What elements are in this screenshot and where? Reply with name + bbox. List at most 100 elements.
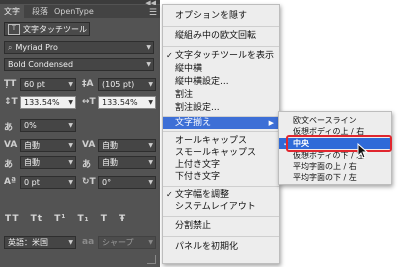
menu-item-small-caps[interactable]: スモールキャップス <box>163 147 279 159</box>
font-size-value: 60 pt <box>24 80 45 89</box>
baseline-shift-icon: Aª <box>4 177 17 187</box>
horizontal-scale-value: 133.54% <box>102 98 138 107</box>
submenu-item-icf-bottom-left[interactable]: 平均字面の下 / 左 <box>279 172 391 183</box>
touch-type-tool-button[interactable]: T 文字タッチツール <box>4 22 90 36</box>
underline-button[interactable]: T <box>101 214 108 224</box>
tsume-input[interactable]: 0% ▼ <box>20 119 76 132</box>
menu-item-warichu-settings[interactable]: 割注設定... <box>163 102 279 114</box>
menu-item-all-caps[interactable]: オールキャップス <box>163 135 279 147</box>
submenu-item-label: 欧文ベースライン <box>293 116 357 125</box>
menu-item-label: 縦中横 <box>175 64 203 74</box>
language-select[interactable]: 英語：米国 ▼ <box>4 236 76 249</box>
menu-item-character-alignment[interactable]: 文字揃え ▶ <box>163 117 279 129</box>
leading-input[interactable]: (105 pt) ▼ <box>98 78 156 91</box>
font-family-value: Myriad Pro <box>15 43 58 52</box>
panel-menu-icon[interactable]: ☰ <box>149 9 157 18</box>
menu-item-tate-chu-yoko-settings[interactable]: 縦中横設定... <box>163 76 279 88</box>
horizontal-scale-input[interactable]: 133.54% ▼ <box>98 96 156 109</box>
menu-item-superscript[interactable]: 上付き文字 <box>163 159 279 171</box>
chevron-down-icon: ▼ <box>148 99 153 106</box>
small-caps-button[interactable]: Tt <box>31 214 43 224</box>
strikethrough-button[interactable]: Ŧ <box>119 214 126 224</box>
menu-item-label: 割注設定... <box>175 103 220 113</box>
menu-item-label: 縦組み中の欧文回転 <box>175 31 257 41</box>
menu-item-label: オプションを隠す <box>175 11 248 21</box>
tab-opentype[interactable]: OpenType <box>50 5 98 18</box>
tracking-select[interactable]: 自動 ▼ <box>98 139 156 152</box>
menu-item-warichu[interactable]: 割注 <box>163 89 279 101</box>
menu-separator <box>163 46 279 47</box>
font-size-icon: ȚT <box>4 79 17 89</box>
baseline-shift-input[interactable]: 0 pt ▼ <box>20 176 76 189</box>
tracking-value: 自動 <box>102 141 118 150</box>
panel-flyout-menu: オプションを隠す 縦組み中の欧文回転 ✓ 文字タッチツールを表示 縦中横 縦中横設… <box>162 4 280 264</box>
submenu-item-label: 平均字面の上 / 右 <box>293 162 357 171</box>
menu-separator <box>163 216 279 217</box>
chevron-down-icon: ▼ <box>68 179 73 186</box>
antialias-value: シャープ <box>102 238 134 247</box>
submenu-item-roman-baseline[interactable]: 欧文ベースライン <box>279 115 391 126</box>
checkmark-icon: ✓ <box>166 51 173 60</box>
menu-item-label: 上付き文字 <box>175 160 221 170</box>
kerning-select[interactable]: 自動 ▼ <box>20 139 76 152</box>
aki-left-icon: あ <box>4 160 14 170</box>
resize-grip[interactable] <box>147 255 156 264</box>
menu-separator <box>163 131 279 132</box>
type-style-buttons: TT Tt T¹ T₁ T Ŧ <box>5 214 133 224</box>
menu-item-no-break[interactable]: 分割禁止 <box>163 220 279 232</box>
menu-item-subscript[interactable]: 下付き文字 <box>163 171 279 183</box>
menu-item-label: パネルを初期化 <box>175 242 239 252</box>
kerning-value: 自動 <box>24 141 40 150</box>
font-size-input[interactable]: 60 pt ▼ <box>20 78 76 91</box>
touch-type-tool-label: 文字タッチツール <box>23 25 87 34</box>
chevron-down-icon: ▼ <box>148 179 153 186</box>
leading-value: (105 pt) <box>102 80 135 89</box>
font-family-select[interactable]: ⌕ Myriad Pro ▼ <box>4 41 154 54</box>
antialias-icon: aa <box>82 237 95 247</box>
menu-item-rotate-roman[interactable]: 縦組み中の欧文回転 <box>163 30 279 42</box>
submenu-item-icf-top-right[interactable]: 平均字面の上 / 右 <box>279 161 391 172</box>
tab-paragraph[interactable]: 段落 <box>28 5 52 18</box>
vertical-scale-input[interactable]: 133.54% ▼ <box>20 96 76 109</box>
search-icon: ⌕ <box>8 43 13 52</box>
font-style-select[interactable]: Bold Condensed ▼ <box>4 58 154 71</box>
chevron-down-icon: ▼ <box>148 81 153 88</box>
menu-item-system-layout[interactable]: システムレイアウト <box>163 201 279 213</box>
menu-item-tate-chu-yoko[interactable]: 縦中横 <box>163 63 279 75</box>
menu-item-label: オールキャップス <box>175 136 248 146</box>
leading-icon: ‡A <box>82 79 94 89</box>
menu-item-reset-panel[interactable]: パネルを初期化 <box>163 241 279 253</box>
rotation-input[interactable]: 0° ▼ <box>98 176 156 189</box>
chevron-down-icon: ▼ <box>146 61 151 68</box>
font-style-value: Bold Condensed <box>8 60 74 69</box>
chevron-down-icon: ▼ <box>148 159 153 166</box>
menu-separator <box>163 186 279 187</box>
superscript-button[interactable]: T¹ <box>54 214 66 224</box>
mouse-pointer-icon <box>357 143 369 159</box>
menu-item-label: システムレイアウト <box>175 202 256 212</box>
menu-item-label: 文字揃え <box>175 118 212 128</box>
antialias-select[interactable]: シャープ ▼ <box>98 236 156 249</box>
menu-item-fit-width[interactable]: ✓ 文字幅を調整 <box>163 189 279 201</box>
chevron-down-icon: ▼ <box>68 99 73 106</box>
subscript-button[interactable]: T₁ <box>77 214 89 224</box>
menu-item-label: 割注 <box>175 90 194 100</box>
menu-item-label: スモールキャップス <box>175 148 257 158</box>
menu-item-show-touch-tool[interactable]: ✓ 文字タッチツールを表示 <box>163 50 279 62</box>
aki-right-select[interactable]: 自動 ▼ <box>98 156 156 169</box>
vertical-scale-value: 133.54% <box>24 98 60 107</box>
aki-right-value: 自動 <box>102 158 118 167</box>
all-caps-button[interactable]: TT <box>5 214 20 224</box>
chevron-down-icon: ▼ <box>148 142 153 149</box>
menu-separator <box>163 236 279 237</box>
highlight-callout <box>286 135 392 152</box>
aki-left-select[interactable]: 自動 ▼ <box>20 156 76 169</box>
menu-item-hide-options[interactable]: オプションを隠す <box>163 10 279 22</box>
menu-separator <box>163 26 279 27</box>
tsume-value: 0% <box>24 121 37 130</box>
horizontal-scale-icon: ↔T <box>82 97 96 107</box>
submenu-arrow-icon: ▶ <box>268 119 274 127</box>
tsume-icon: あ <box>4 123 14 133</box>
tab-character[interactable]: 文字 <box>0 5 24 18</box>
touch-type-icon: T <box>8 24 20 35</box>
